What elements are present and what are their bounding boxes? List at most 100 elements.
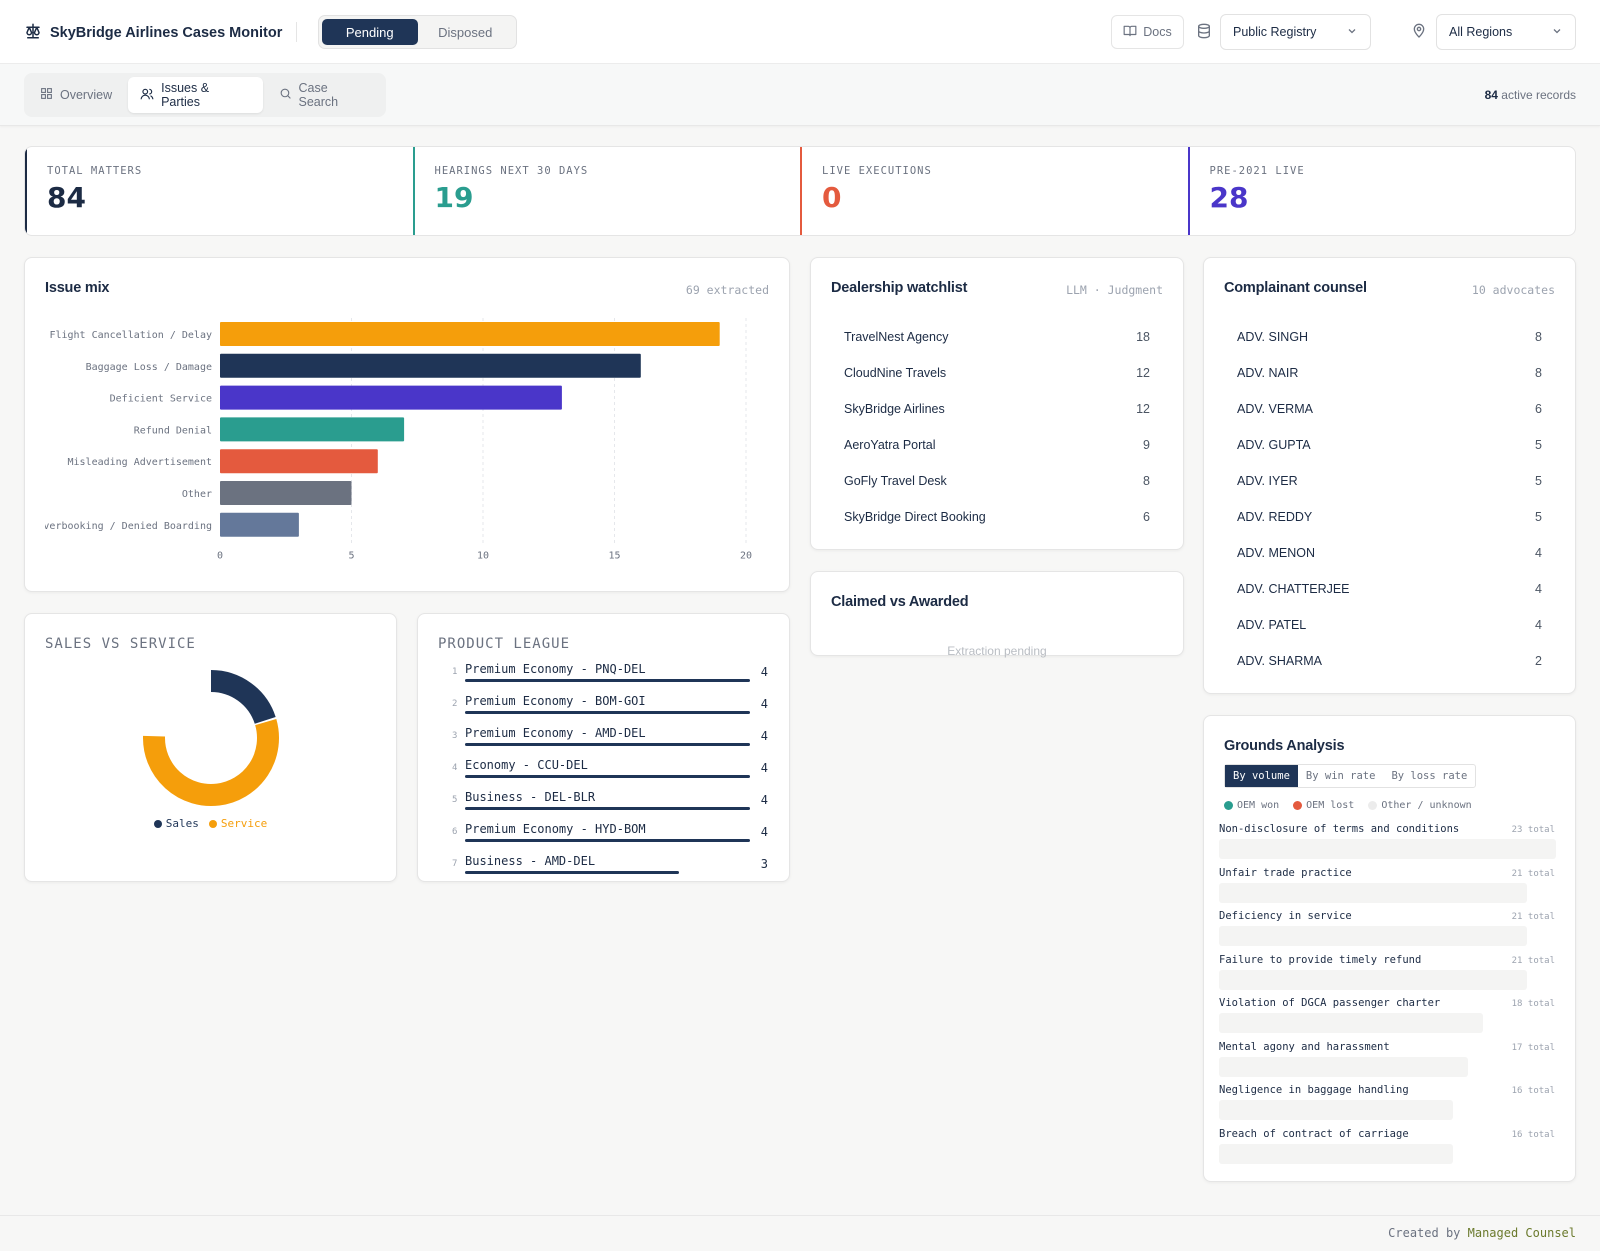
grounds-name: Deficiency in service: [1219, 910, 1352, 922]
list-item[interactable]: TravelNest Agency 18: [844, 330, 1150, 350]
docs-button[interactable]: Docs: [1111, 15, 1184, 49]
list-item[interactable]: ADV. NAIR 8: [1237, 366, 1542, 386]
legend-swatch: [1293, 801, 1303, 810]
pending-toggle-button[interactable]: Pending: [322, 19, 418, 45]
app-title: SkyBridge Airlines Cases Monitor: [50, 25, 283, 41]
grounds-legend: OEM won OEM lost Other / unknown: [1224, 800, 1472, 811]
grounds-row[interactable]: Breach of contract of carriage 16 total: [1219, 1128, 1555, 1168]
grounds-row[interactable]: Failure to provide timely refund 21 total: [1219, 954, 1555, 994]
card-title: Claimed vs Awarded: [831, 594, 969, 610]
league-name: Business - AMD-DEL: [465, 854, 596, 868]
tab-issues-parties[interactable]: Issues & Parties: [128, 77, 263, 113]
legend-label: Service: [220, 817, 268, 830]
list-item-name: ADV. PATEL: [1237, 618, 1307, 632]
legend-swatch: [208, 819, 217, 828]
list-item[interactable]: AeroYatra Portal 9: [844, 438, 1150, 458]
sales-service-donut: [143, 670, 279, 806]
grounds-bar: [1219, 1056, 1469, 1077]
list-item-count: 12: [1136, 402, 1150, 416]
footer-prefix: Created by: [1388, 1226, 1461, 1240]
list-item[interactable]: ADV. REDDY 5: [1237, 510, 1542, 530]
tab-by-loss-rate[interactable]: By loss rate: [1383, 765, 1475, 787]
list-item[interactable]: ADV. GUPTA 5: [1237, 438, 1542, 458]
grounds-row[interactable]: Negligence in baggage handling 16 total: [1219, 1084, 1555, 1124]
list-item[interactable]: CloudNine Travels 12: [844, 366, 1150, 386]
league-name: Economy - CCU-DEL: [465, 758, 588, 772]
legend-item: Service: [208, 817, 268, 830]
bar[interactable]: [220, 512, 299, 537]
grounds-row[interactable]: Non-disclosure of terms and conditions 23…: [1219, 823, 1556, 863]
list-item[interactable]: ADV. IYER 5: [1237, 474, 1542, 494]
grounds-name: Non-disclosure of terms and conditions: [1219, 823, 1460, 835]
tab-by-volume[interactable]: By volume: [1225, 765, 1298, 787]
grounds-row[interactable]: Deficiency in service 21 total: [1219, 910, 1555, 950]
bar[interactable]: [220, 417, 405, 442]
kpi-pre-2021: PRE-2021 LIVE 28: [1187, 147, 1576, 235]
league-row[interactable]: 3 Premium Economy - AMD-DEL 4: [438, 726, 768, 756]
donut-slice[interactable]: [143, 719, 279, 806]
footer: Created by Managed Counsel: [0, 1215, 1600, 1251]
list-item[interactable]: SkyBridge Direct Booking 6: [844, 510, 1150, 530]
list-item[interactable]: ADV. MENON 4: [1237, 546, 1542, 566]
tab-case-search[interactable]: Case Search: [267, 77, 383, 113]
footer-brand-link[interactable]: Managed Counsel: [1468, 1226, 1576, 1240]
category-label: Baggage Loss / Damage: [86, 362, 212, 373]
legend-label: OEM won: [1237, 800, 1280, 811]
grounds-row[interactable]: Unfair trade practice 21 total: [1219, 867, 1555, 907]
league-rank: 4: [452, 763, 458, 773]
app-brand[interactable]: SkyBridge Airlines Cases Monitor: [24, 22, 282, 44]
league-name: Premium Economy - AMD-DEL: [465, 726, 646, 740]
league-name: Premium Economy - PNQ-DEL: [465, 662, 646, 676]
list-item-count: 8: [1535, 330, 1542, 344]
league-row[interactable]: 6 Premium Economy - HYD-BOM 4: [438, 822, 768, 852]
grounds-name: Unfair trade practice: [1219, 866, 1352, 879]
list-item[interactable]: ADV. CHATTERJEE 4: [1237, 582, 1542, 602]
list-item-count: 2: [1535, 654, 1542, 668]
league-row[interactable]: 1 Premium Economy - PNQ-DEL 4: [438, 662, 768, 692]
league-row[interactable]: 5 Business - DEL-BLR 4: [438, 790, 768, 820]
tab-row: Overview Issues & Parties Case Search 84…: [0, 64, 1600, 126]
card-meta: 10 advocates: [1471, 283, 1555, 297]
bar[interactable]: [220, 385, 562, 410]
donut-slice[interactable]: [210, 670, 276, 725]
grounds-row[interactable]: Mental agony and harassment 17 total: [1219, 1041, 1555, 1081]
league-row[interactable]: 4 Economy - CCU-DEL 4: [438, 758, 768, 788]
list-item-name: ADV. REDDY: [1237, 510, 1313, 524]
list-item-name: CloudNine Travels: [844, 366, 947, 380]
donut-legend: Sales Service: [25, 817, 396, 830]
region-select[interactable]: All Regions: [1436, 14, 1576, 50]
grounds-total: 18 total: [1511, 999, 1555, 1009]
list-item[interactable]: ADV. SHARMA 2: [1237, 654, 1542, 674]
list-item-count: 18: [1136, 330, 1150, 344]
category-label: Misleading Advertisement: [68, 457, 213, 468]
grounds-name: Negligence in baggage handling: [1219, 1084, 1409, 1096]
bar[interactable]: [220, 449, 378, 474]
bar[interactable]: [220, 322, 720, 346]
league-row[interactable]: 7 Business - AMD-DEL 3: [438, 854, 768, 884]
list-item[interactable]: ADV. VERMA 6: [1237, 402, 1542, 422]
tab-overview[interactable]: Overview: [28, 77, 124, 113]
list-item[interactable]: SkyBridge Airlines 12: [844, 402, 1150, 422]
league-count: 4: [760, 793, 768, 807]
grounds-row[interactable]: Violation of DGCA passenger charter 18 to…: [1219, 997, 1555, 1037]
bar[interactable]: [220, 353, 641, 378]
list-item-count: 6: [1535, 402, 1542, 416]
list-item[interactable]: GoFly Travel Desk 8: [844, 474, 1150, 494]
legend-item: OEM lost: [1293, 800, 1354, 811]
list-item[interactable]: ADV. PATEL 4: [1237, 618, 1542, 638]
bar[interactable]: [220, 481, 352, 505]
kpi-total-matters: TOTAL MATTERS 84: [25, 147, 413, 235]
grounds-bar: [1219, 1100, 1454, 1120]
grounds-tabs: By volume By win rate By loss rate: [1224, 764, 1477, 788]
registry-select[interactable]: Public Registry: [1220, 14, 1371, 50]
grounds-name: Breach of contract of carriage: [1219, 1127, 1409, 1140]
disposed-toggle-button[interactable]: Disposed: [418, 19, 514, 45]
grounds-bar: [1219, 1013, 1483, 1033]
tab-by-win-rate[interactable]: By win rate: [1298, 765, 1384, 787]
league-row[interactable]: 2 Premium Economy - BOM-GOI 4: [438, 694, 768, 724]
view-tabs: Overview Issues & Parties Case Search: [24, 73, 386, 117]
x-tick-label: 5: [348, 551, 354, 562]
list-item[interactable]: ADV. SINGH 8: [1237, 330, 1542, 350]
list-item-name: ADV. CHATTERJEE: [1237, 582, 1350, 596]
legend-item: Sales: [153, 817, 199, 830]
